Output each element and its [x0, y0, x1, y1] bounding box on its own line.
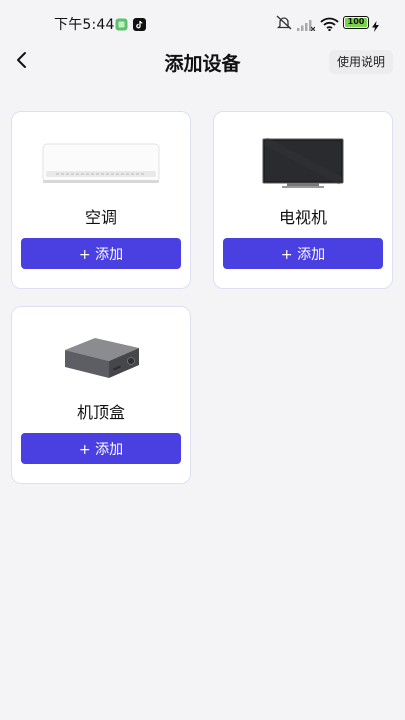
signal-icon [297, 16, 316, 35]
television-image [214, 136, 392, 192]
device-name: 机顶盒 [76, 403, 125, 422]
air-conditioner-image [12, 136, 190, 192]
wifi-icon [320, 16, 339, 35]
device-name: 空调 [84, 208, 117, 227]
battery-level: 100 [347, 17, 365, 26]
app-green-icon [115, 16, 128, 35]
add-set-top-box-button[interactable]: + 添加 [21, 433, 181, 464]
device-card-set-top-box: 机顶盒 + 添加 [11, 306, 191, 484]
status-time: 下午5:44 [54, 17, 115, 33]
device-card-air-conditioner: 空调 + 添加 [11, 111, 191, 289]
nav-bar: 添加设备 使用说明 [0, 44, 405, 80]
status-bar: 下午5:44 100 [0, 0, 405, 46]
add-air-conditioner-button[interactable]: + 添加 [21, 238, 181, 269]
device-name: 电视机 [278, 208, 327, 227]
charging-icon [372, 17, 379, 36]
tiktok-icon [133, 16, 146, 35]
battery-icon: 100 [343, 16, 369, 29]
help-button[interactable]: 使用说明 [328, 50, 393, 74]
set-top-box-image [12, 331, 190, 387]
device-card-television: 电视机 + 添加 [213, 111, 393, 289]
add-television-button[interactable]: + 添加 [223, 238, 383, 269]
mute-icon [276, 15, 292, 34]
